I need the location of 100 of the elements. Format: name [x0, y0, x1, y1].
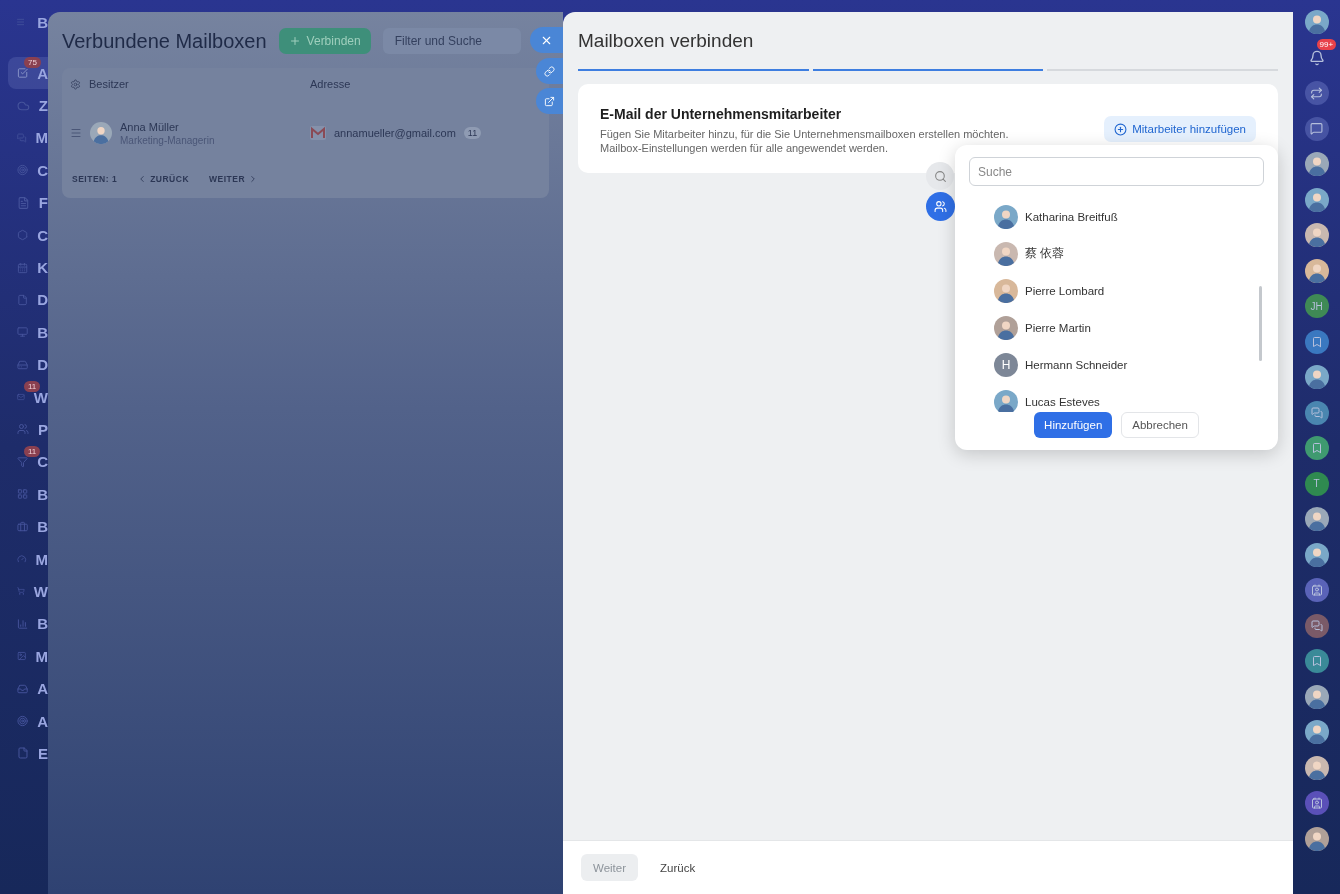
mail-address: annamueller@gmail.com: [334, 127, 456, 139]
column-header: Besitzer: [89, 78, 129, 90]
hexagon-icon: [17, 228, 29, 243]
avatar: [1304, 826, 1329, 851]
avatar: [994, 389, 1018, 412]
chat-avatar-icon[interactable]: [1304, 436, 1329, 460]
avatar: [1304, 507, 1329, 531]
users-button[interactable]: [926, 192, 955, 221]
avatar: [994, 315, 1018, 340]
sidebar-item[interactable]: A: [8, 672, 48, 705]
avatar: [1304, 187, 1329, 212]
sidebar-item[interactable]: B: [8, 478, 48, 511]
sidebar-item[interactable]: P: [8, 413, 48, 446]
employee-item[interactable]: Katharina Breitfuß: [969, 198, 1264, 235]
employee-item[interactable]: Pierre Martin: [969, 309, 1264, 346]
open-external-button[interactable]: [536, 88, 563, 114]
owner-name: Anna Müller: [120, 120, 180, 133]
previous-link[interactable]: ZURÜCK: [137, 174, 190, 184]
chat-avatar-icon[interactable]: [1304, 400, 1329, 425]
sidebar-item[interactable]: D: [8, 283, 48, 317]
avatar: [1304, 258, 1329, 283]
sidebar-item[interactable]: B: [8, 316, 48, 349]
sidebar-item[interactable]: K: [8, 251, 48, 284]
avatar: [994, 241, 1018, 266]
count-badge: 11: [463, 127, 482, 139]
sidebar-item[interactable]: D: [8, 348, 48, 381]
sidebar-item[interactable]: M: [8, 542, 48, 576]
avatar: [994, 204, 1018, 229]
checkbox-icon: [17, 66, 29, 81]
document-icon: [17, 195, 30, 210]
initials-avatar: H: [994, 352, 1018, 377]
chat-avatar-icon[interactable]: [1304, 329, 1329, 354]
panel-title: Mailboxen verbinden: [577, 29, 755, 53]
users-icon: [934, 200, 947, 213]
briefcase-icon: [17, 519, 29, 534]
count-badge: 75: [24, 57, 41, 68]
avatar: [1304, 755, 1329, 780]
drag-handle-icon[interactable]: [70, 127, 82, 139]
link-icon: [544, 65, 555, 77]
avatar: [1304, 223, 1329, 247]
bar-chart-icon: [17, 616, 29, 631]
link-button[interactable]: [536, 58, 563, 84]
calendar-icon: [17, 260, 29, 275]
file-icon: [17, 746, 29, 761]
avatar: [1304, 10, 1329, 34]
sidebar-item[interactable]: W 11: [8, 380, 48, 414]
plus-circle-icon: [1114, 122, 1128, 136]
chat-avatar-icon[interactable]: [1304, 649, 1329, 673]
avatar: [1304, 152, 1329, 176]
add-button[interactable]: Hinzufügen: [1034, 412, 1113, 438]
search-field[interactable]: Suche: [969, 157, 1264, 186]
section-title: E-Mail der Unternehmensmitarbeiter: [600, 106, 843, 122]
search-button[interactable]: [926, 162, 954, 190]
column-header: Adresse: [310, 78, 351, 90]
sidebar-item[interactable]: C 11: [8, 445, 48, 479]
sidebar-item[interactable]: C: [8, 218, 48, 252]
grid-icon: [17, 487, 29, 502]
sidebar-item[interactable]: B: [8, 510, 48, 543]
filter-icon: [17, 454, 29, 469]
sidebar-item[interactable]: W: [8, 575, 48, 608]
sidebar-item[interactable]: B: [8, 607, 48, 641]
chat-avatar-icon[interactable]: [1304, 791, 1329, 815]
sidebar-item[interactable]: C: [8, 154, 48, 187]
scrollbar[interactable]: [1259, 286, 1262, 361]
monitor-icon: [17, 325, 29, 340]
employee-item[interactable]: H Hermann Schneider: [969, 346, 1264, 383]
search-icon: [933, 169, 947, 183]
chat-avatar-icon[interactable]: [1304, 613, 1329, 638]
avatar: [1304, 720, 1329, 744]
sidebar-item[interactable]: A 75: [8, 57, 48, 90]
sidebar-item[interactable]: M: [8, 640, 48, 673]
people-icon: [17, 422, 29, 437]
sidebar-item[interactable]: Z: [8, 89, 48, 122]
count-badge: 11: [24, 380, 41, 392]
section-description: Fügen Sie Mitarbeiter hinzu, für die Sie Unternehmensmailboxen erstellen möchten. Mailbox-Einstellungen werden für alle angewendet werden.: [600, 127, 1010, 155]
avatar: [1304, 542, 1329, 567]
chat-avatar-icon[interactable]: [1304, 578, 1329, 602]
plus-icon: [288, 35, 301, 47]
count-badge: 11: [24, 445, 41, 457]
avatar: [1304, 365, 1329, 389]
employee-item[interactable]: Lucas Esteves: [969, 383, 1264, 412]
avatar: [1304, 684, 1329, 709]
gmail-icon: [310, 126, 326, 140]
file-icon: [17, 292, 29, 307]
cancel-button[interactable]: Abbrechen: [1121, 412, 1199, 438]
logo-text: B: [37, 13, 48, 31]
pages-label: SEITEN: 1: [72, 174, 118, 184]
sidebar-item[interactable]: A: [8, 704, 48, 738]
sidebar-item[interactable]: M: [8, 121, 48, 155]
target-icon: [17, 163, 29, 178]
page-title: Verbundene Mailboxen: [62, 29, 267, 53]
sidebar-item[interactable]: F: [8, 186, 48, 219]
back-button[interactable]: Zurück: [648, 854, 708, 881]
add-employees-button[interactable]: Mitarbeiter hinzufügen: [1104, 116, 1256, 142]
employee-item[interactable]: 蔡 依蓉: [969, 235, 1264, 272]
target-icon: [17, 714, 29, 728]
sidebar-item[interactable]: E: [8, 737, 48, 770]
next-link[interactable]: WEITER: [209, 174, 259, 184]
employee-item[interactable]: Pierre Lombard: [969, 272, 1264, 309]
filter-field[interactable]: Filter und Suche: [382, 28, 521, 54]
